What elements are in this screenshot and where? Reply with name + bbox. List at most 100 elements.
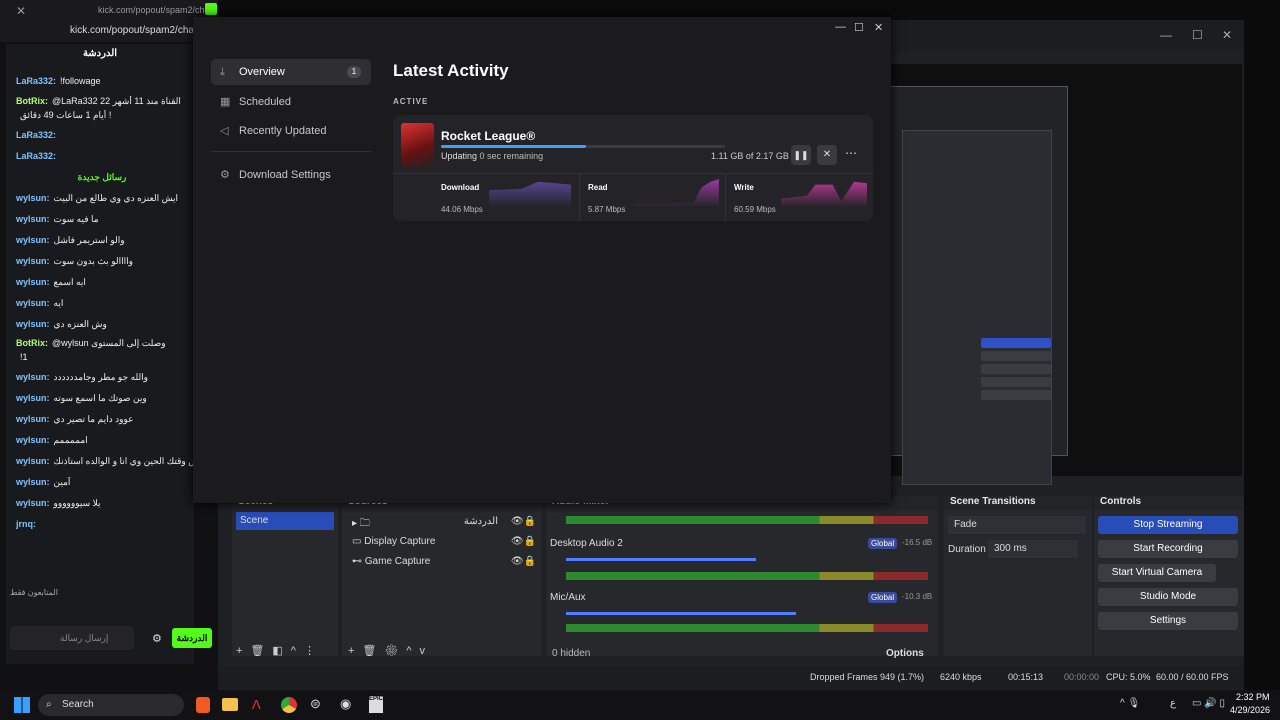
- start-recording-button[interactable]: Start Recording: [1098, 540, 1238, 558]
- nav-scheduled[interactable]: ▦ Scheduled: [211, 89, 371, 115]
- chat-username[interactable]: wylsun:: [16, 435, 50, 445]
- minimize-icon[interactable]: —: [1160, 28, 1172, 42]
- bitrate: 6240 kbps: [940, 672, 982, 682]
- settings-button[interactable]: Settings: [1098, 612, 1238, 630]
- chat-username[interactable]: BotRix:: [16, 96, 48, 106]
- mini-button: [981, 351, 1051, 361]
- chat-message: BotRix: @LaRa332 22 القناة منذ 11 أشهر: [16, 96, 194, 107]
- gear-icon: ⚙: [220, 169, 230, 181]
- chat-username[interactable]: wylsun:: [16, 456, 50, 466]
- send-button[interactable]: الدردشة: [172, 628, 212, 648]
- chat-message: LaRa332: !followage: [16, 76, 194, 86]
- channel-name: Mic/Aux: [550, 592, 586, 603]
- source-toolbar[interactable]: +🗑⚙^v: [348, 644, 433, 657]
- obs-icon[interactable]: ◉: [340, 696, 351, 712]
- chat-message: wylsun: يلا سيوووووو: [16, 498, 194, 509]
- monitor-icon: ▭: [352, 536, 365, 547]
- channel-name: Desktop Audio 2: [550, 538, 623, 549]
- eye-lock-icon[interactable]: 👁🔒: [511, 516, 536, 527]
- system-icons[interactable]: ▭ 🔊 ▯: [1192, 698, 1225, 709]
- level-meter: [566, 516, 928, 524]
- cancel-button[interactable]: ✕: [817, 145, 837, 165]
- source-name: الدردشة: [463, 516, 498, 527]
- chat-message: wylsun: والو استريمر فاشل: [16, 235, 194, 246]
- nav-overview[interactable]: ⤓ Overview 1: [211, 59, 371, 85]
- chat-username[interactable]: wylsun:: [16, 235, 50, 245]
- volume-slider[interactable]: [566, 558, 756, 561]
- close-icon[interactable]: ✕: [1222, 28, 1232, 42]
- global-badge: Global: [868, 538, 898, 549]
- minimize-icon[interactable]: —: [835, 21, 846, 33]
- chat-username[interactable]: wylsun:: [16, 298, 50, 308]
- chat-username[interactable]: wylsun:: [16, 277, 50, 287]
- kick-icon: [205, 3, 217, 15]
- download-icon: ⤓: [220, 66, 225, 78]
- chat-text: رسائل جديدة: [77, 172, 127, 182]
- chat-username[interactable]: jrnq:: [16, 519, 36, 529]
- chat-username[interactable]: wylsun:: [16, 193, 50, 203]
- chat-username[interactable]: wylsun:: [16, 498, 50, 508]
- level-meter: [566, 624, 928, 632]
- windows-start-icon[interactable]: [14, 697, 30, 713]
- source-name: Game Capture: [364, 556, 431, 567]
- chat-username[interactable]: wylsun:: [16, 414, 50, 424]
- scene-toolbar[interactable]: +🗑◧^⋮: [236, 644, 323, 657]
- studio-mode-button[interactable]: Studio Mode: [1098, 588, 1238, 606]
- epic-icon[interactable]: EPIC: [369, 696, 383, 713]
- chat-title: الدردشة: [82, 48, 118, 59]
- language-indicator[interactable]: ع: [1170, 698, 1176, 709]
- download-card: Rocket League® Updating 0 sec remaining …: [393, 115, 873, 221]
- chat-username[interactable]: wylsun:: [16, 256, 50, 266]
- eye-lock-icon[interactable]: 👁🔒: [511, 556, 536, 567]
- maximize-icon[interactable]: ☐: [854, 21, 864, 34]
- chat-message: BotRix: @wylsun وصلت إلى المستوى: [16, 338, 194, 349]
- chat-username[interactable]: wylsun:: [16, 393, 50, 403]
- chat-message: wylsun: امممممم: [16, 435, 194, 446]
- transition-select[interactable]: Fade: [948, 516, 1086, 534]
- chat-username[interactable]: wylsun:: [16, 214, 50, 224]
- chat-username[interactable]: wylsun:: [16, 319, 50, 329]
- more-icon[interactable]: ⋯: [845, 146, 857, 160]
- game-title: Rocket League®: [441, 129, 536, 143]
- options-button[interactable]: Options: [886, 648, 924, 659]
- folder-icon: ▸ 🗀: [352, 518, 370, 529]
- app-icon[interactable]: Λ: [252, 697, 261, 712]
- pause-button[interactable]: ❚❚: [791, 145, 811, 165]
- eye-lock-icon[interactable]: 👁🔒: [511, 536, 536, 547]
- chat-username[interactable]: LaRa332:: [16, 130, 56, 140]
- tray-icons[interactable]: ^ 🎙: [1120, 698, 1140, 709]
- folder-icon[interactable]: [222, 698, 238, 711]
- taskbar-search[interactable]: ⌕ Search: [38, 694, 184, 716]
- sources-dock: Sources ▸ 🗀الدردشة👁🔒 ▭ Display Capture👁🔒…: [342, 496, 542, 657]
- followers-only: المتابعون فقط: [10, 588, 58, 597]
- steam-icon[interactable]: ⊜: [310, 696, 321, 712]
- maximize-icon[interactable]: ☐: [1192, 28, 1203, 42]
- chrome-icon[interactable]: [281, 697, 297, 713]
- chat-username[interactable]: wylsun:: [16, 372, 50, 382]
- duration-input[interactable]: 300 ms: [988, 540, 1078, 558]
- address-bar[interactable]: kick.com/popout/spam2/chat: [0, 20, 218, 42]
- nav-recently-updated[interactable]: ◁ Recently Updated: [211, 118, 371, 144]
- chat-text: وش العنزه دي: [53, 319, 107, 329]
- volume-slider[interactable]: [566, 612, 796, 615]
- stop-streaming-button[interactable]: Stop Streaming: [1098, 516, 1238, 534]
- chat-username[interactable]: BotRix:: [16, 338, 48, 348]
- chat-username[interactable]: LaRa332:: [16, 151, 56, 161]
- source-item[interactable]: ▸ 🗀 الدردشة 👁🔒: [352, 516, 538, 533]
- source-item[interactable]: ⊷ Game Capture 👁🔒: [352, 556, 538, 567]
- chat-message: wylsun: واااالو بث بدون سوت: [16, 256, 194, 267]
- chat-text: آمين: [53, 477, 71, 487]
- search-label: Search: [62, 699, 94, 710]
- close-icon[interactable]: ✕: [874, 21, 883, 34]
- chat-input[interactable]: إرسال رسالة: [10, 626, 134, 650]
- source-item[interactable]: ▭ Display Capture 👁🔒: [352, 536, 538, 547]
- status-text: Updating: [441, 151, 478, 161]
- virtual-camera-button[interactable]: Start Virtual Camera: [1098, 564, 1216, 582]
- scene-item[interactable]: Scene: [236, 512, 334, 530]
- close-icon[interactable]: ✕: [16, 4, 26, 18]
- nav-download-settings[interactable]: ⚙ Download Settings: [211, 162, 371, 188]
- brave-icon[interactable]: [196, 697, 210, 713]
- chat-username[interactable]: wylsun:: [16, 477, 50, 487]
- chat-username[interactable]: LaRa332:: [16, 76, 56, 86]
- gear-icon[interactable]: ⚙: [152, 632, 162, 645]
